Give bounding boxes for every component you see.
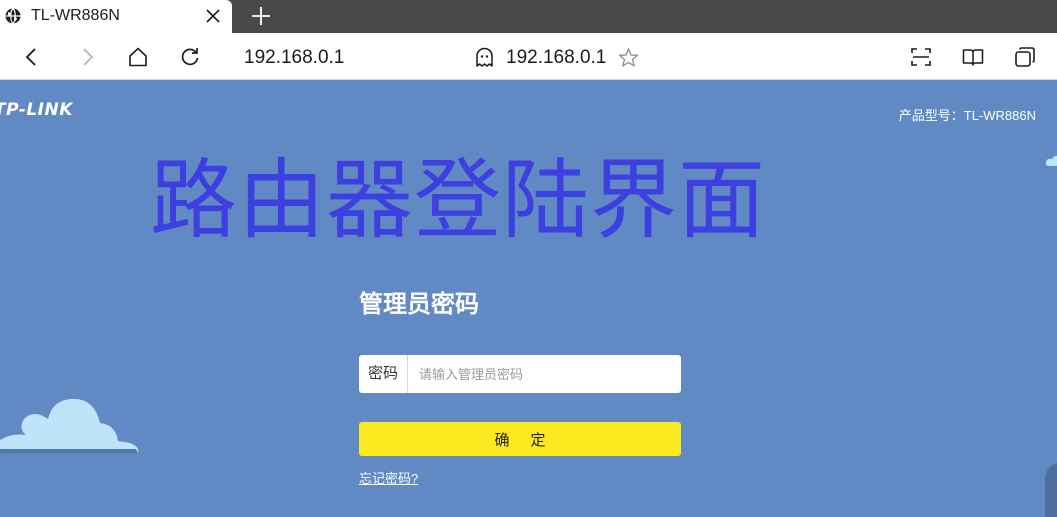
book-icon[interactable]: [961, 45, 985, 69]
reload-icon[interactable]: [178, 45, 202, 69]
cloud-icon: [1045, 155, 1057, 166]
browser-toolbar: 192.168.0.1 192.168.0.1: [0, 33, 1057, 80]
page-heading: 管理员密码: [359, 291, 479, 318]
watermark-text: 路由器登陆界面: [150, 149, 766, 251]
scan-icon[interactable]: [909, 45, 933, 69]
close-icon[interactable]: [204, 7, 222, 25]
forgot-password-link[interactable]: 忘记密码?: [359, 468, 418, 487]
tp-link-logo: TP-LINK: [0, 100, 73, 120]
browser-tab[interactable]: TL-WR886N: [0, 0, 232, 33]
decorative-shape: [1045, 463, 1057, 517]
tab-title: TL-WR886N: [31, 7, 120, 24]
incognito-ghost-icon: [476, 47, 493, 67]
password-label: 密码: [359, 355, 408, 393]
tab-strip: TL-WR886N: [0, 0, 1057, 33]
product-model: 产品型号：TL-WR886N: [898, 108, 1036, 123]
star-icon[interactable]: [618, 47, 639, 68]
password-field-group: 密码: [359, 355, 681, 393]
page-url: 192.168.0.1: [506, 47, 607, 68]
plus-icon[interactable]: [250, 5, 272, 27]
chevron-right-icon[interactable]: [75, 45, 99, 69]
home-icon[interactable]: [126, 45, 150, 69]
router-login-page: TP-LINK 产品型号：TL-WR886N 路由器登陆界面 管理员密码 密码 …: [0, 81, 1057, 517]
chevron-left-icon[interactable]: [20, 45, 44, 69]
tabs-icon[interactable]: [1013, 45, 1037, 69]
password-input[interactable]: [409, 355, 677, 393]
address-bar-text[interactable]: 192.168.0.1: [244, 47, 344, 69]
confirm-button[interactable]: 确定: [359, 422, 681, 456]
cloud-icon: [0, 398, 139, 453]
globe-icon: [5, 8, 21, 24]
